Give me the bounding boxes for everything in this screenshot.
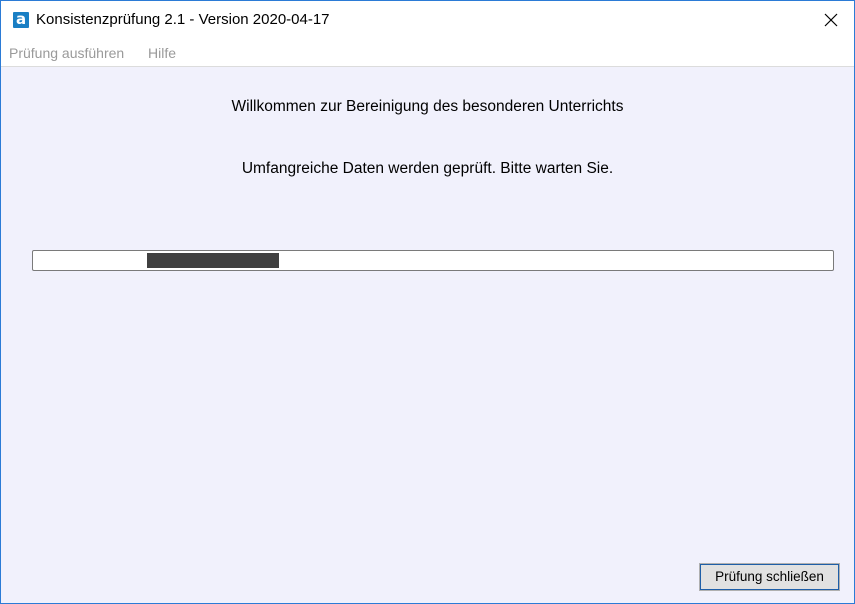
close-check-button[interactable]: Prüfung schließen: [699, 563, 840, 591]
app-logo-icon: a: [13, 12, 29, 28]
status-message: Umfangreiche Daten werden geprüft. Bitte…: [241, 160, 614, 177]
menu-item-hilfe[interactable]: Hilfe: [148, 45, 176, 61]
progress-marquee: [147, 253, 279, 268]
welcome-heading: Willkommen zur Bereinigung des besondere…: [231, 98, 624, 115]
menu-item-pruefung-ausfuehren[interactable]: Prüfung ausführen: [9, 45, 124, 61]
progress-bar: [32, 250, 834, 271]
title-bar: a Konsistenzprüfung 2.1 - Version 2020-0…: [1, 1, 854, 39]
window-title: Konsistenzprüfung 2.1 - Version 2020-04-…: [36, 11, 330, 28]
app-window: a Konsistenzprüfung 2.1 - Version 2020-0…: [0, 0, 855, 604]
menu-bar: Prüfung ausführen Hilfe: [1, 39, 854, 67]
window-close-button[interactable]: [808, 1, 854, 39]
close-icon: [824, 13, 838, 27]
